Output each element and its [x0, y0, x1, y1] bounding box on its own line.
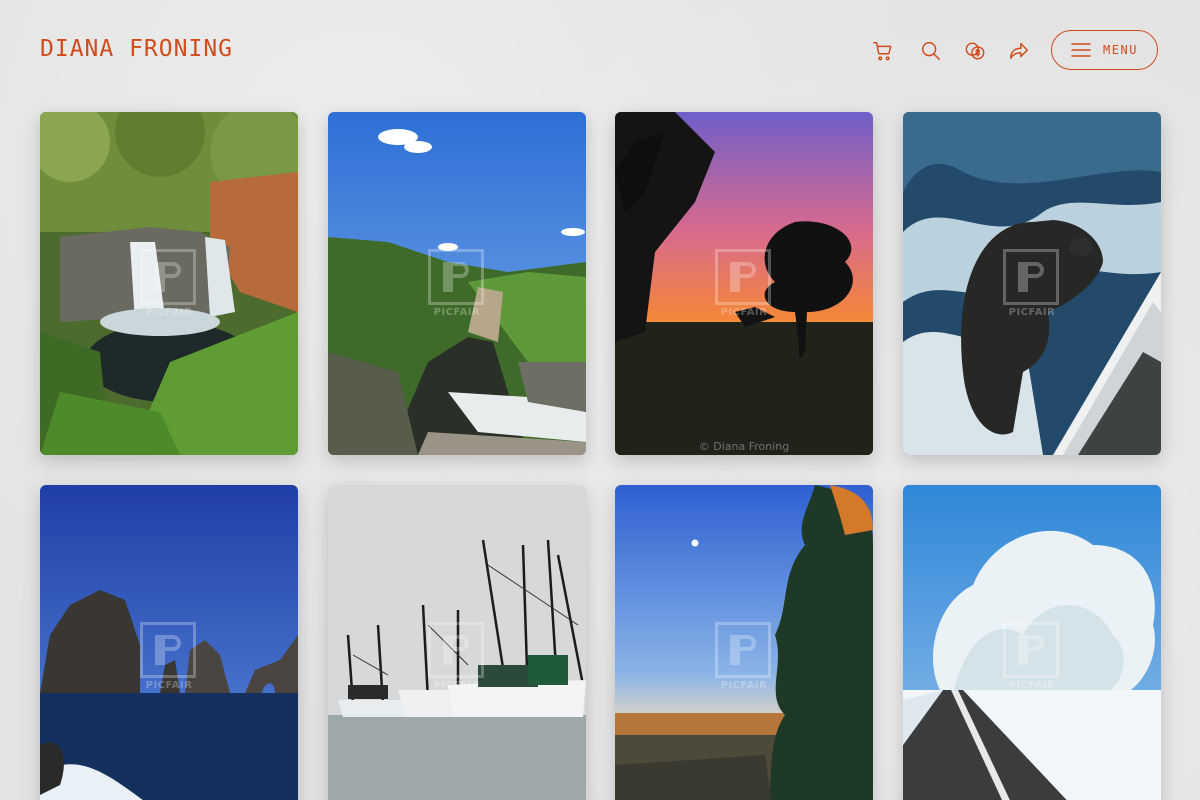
watermark-label: PICFAIR	[1008, 306, 1056, 318]
menu-button[interactable]: MENU	[1051, 30, 1158, 70]
photo-sea-lion-boat[interactable]: PICFAIR	[903, 112, 1161, 455]
watermark-label: PICFAIR	[720, 679, 768, 691]
picfair-watermark-icon: PICFAIR	[715, 248, 773, 319]
site-title[interactable]: DIANA FRONING	[40, 36, 233, 62]
photo-evergreen-moon-field[interactable]: PICFAIR	[615, 485, 873, 800]
picfair-watermark-icon: PICFAIR	[715, 621, 773, 692]
picfair-watermark-icon: PICFAIR	[140, 248, 198, 319]
picfair-watermark-icon: PICFAIR	[140, 621, 198, 692]
picfair-watermark-icon: PICFAIR	[1003, 248, 1061, 319]
watermark-label: PICFAIR	[433, 306, 481, 318]
photo-frosted-trees-road[interactable]: PICFAIR	[903, 485, 1161, 800]
watermark-label: PICFAIR	[433, 679, 481, 691]
share-icon[interactable]	[1006, 38, 1032, 64]
photo-sea-rocks-arch[interactable]: PICFAIR	[40, 485, 298, 800]
cart-icon[interactable]	[870, 38, 896, 64]
currency-icon[interactable]	[962, 38, 988, 64]
picfair-watermark-icon: PICFAIR	[428, 621, 486, 692]
photo-sunset-trees[interactable]: © Diana Froning PICFAIR	[615, 112, 873, 455]
photo-credit: © Diana Froning	[698, 440, 790, 453]
photo-waterfall[interactable]: PICFAIR	[40, 112, 298, 455]
picfair-watermark-icon: PICFAIR	[428, 248, 486, 319]
watermark-label: PICFAIR	[1008, 679, 1056, 691]
watermark-label: PICFAIR	[145, 679, 193, 691]
picfair-watermark-icon: PICFAIR	[1003, 621, 1061, 692]
site-header: DIANA FRONING MENU	[0, 0, 1200, 102]
watermark-label: PICFAIR	[720, 306, 768, 318]
menu-label: MENU	[1103, 43, 1138, 57]
watermark-label: PICFAIR	[145, 306, 193, 318]
hamburger-icon	[1071, 43, 1091, 57]
photo-river-canyon[interactable]: PICFAIR	[328, 112, 586, 455]
search-icon[interactable]	[918, 38, 944, 64]
photo-shrimp-boats-harbor[interactable]: PICFAIR	[328, 485, 586, 800]
